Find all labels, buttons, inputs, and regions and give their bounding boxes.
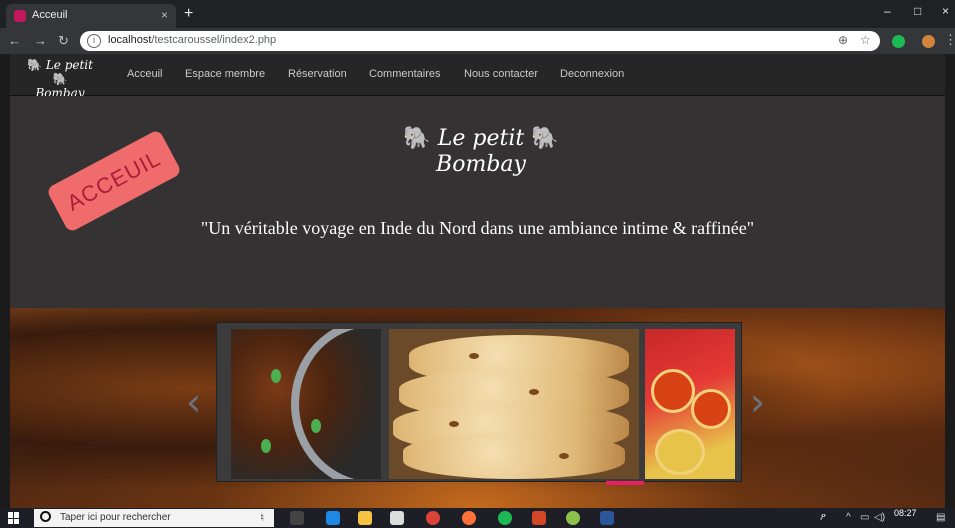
profile-avatar-icon[interactable]	[922, 35, 935, 48]
browser-tab-bar: Acceuil × + – □ ×	[0, 0, 955, 28]
hero-logo: 🐘 Le petit 🐘 Bombay	[396, 126, 566, 178]
extension-icon[interactable]	[892, 35, 905, 48]
back-arrow-icon[interactable]: ←	[8, 33, 21, 48]
char-spot	[469, 353, 479, 359]
nav-link-commentaires[interactable]: Commentaires	[369, 68, 441, 80]
firefox-icon[interactable]	[462, 511, 476, 525]
garnish-shape	[261, 439, 271, 453]
bowl-shape	[291, 329, 381, 479]
store-icon[interactable]	[390, 511, 404, 525]
char-spot	[529, 389, 539, 395]
forward-arrow-icon[interactable]: →	[34, 33, 47, 48]
carousel-image-platter[interactable]	[645, 329, 735, 479]
spotify-icon[interactable]	[498, 511, 512, 525]
taskbar-clock[interactable]: 08:27	[894, 508, 917, 518]
hero-section: ACCEUIL 🐘 Le petit 🐘 Bombay "Un véritabl…	[10, 96, 945, 308]
hero-logo-line1: Le petit	[437, 126, 525, 151]
carousel-image-curry[interactable]	[231, 329, 381, 479]
tab-title: Acceuil	[32, 9, 68, 21]
site-navbar: 🐘 Le petit 🐘 Bombay Acceuil Espace membr…	[10, 54, 945, 100]
chrome-icon[interactable]	[426, 511, 440, 525]
logo-line1: Le petit	[45, 58, 93, 72]
microphone-icon[interactable]: ♮	[260, 511, 264, 524]
reload-icon[interactable]: ↻	[58, 33, 69, 49]
elephant-icon: 🐘	[52, 72, 68, 86]
browser-toolbar: ← → ↻ i localhost/testcaroussel/index2.p…	[0, 28, 955, 54]
char-spot	[559, 453, 569, 459]
nav-link-nous-contacter[interactable]: Nous contacter	[464, 68, 538, 80]
search-placeholder: Taper ici pour rechercher	[60, 512, 171, 523]
nav-link-reservation[interactable]: Réservation	[288, 68, 347, 80]
notification-icon[interactable]: ▤	[936, 512, 945, 523]
volume-icon[interactable]: ◁)	[874, 512, 885, 523]
edge-icon[interactable]	[326, 511, 340, 525]
screen: Acceuil × + – □ × ← → ↻ i localhost/test…	[0, 0, 955, 528]
zoom-icon[interactable]: ⊕	[838, 33, 848, 47]
url-host: localhost	[108, 34, 152, 46]
people-icon[interactable]: ዖ	[820, 512, 826, 523]
elephant-icon: 🐘	[27, 58, 42, 72]
carousel-next-arrow[interactable]: ›	[750, 380, 765, 424]
network-icon[interactable]: ▭	[860, 512, 869, 523]
taskbar-search-input[interactable]: Taper ici pour rechercher ♮	[34, 509, 274, 527]
window-maximize-button[interactable]: □	[914, 4, 921, 18]
new-tab-button[interactable]: +	[184, 5, 193, 23]
window-minimize-button[interactable]: –	[884, 4, 891, 18]
site-info-icon[interactable]: i	[87, 34, 101, 48]
nav-link-espace-membre[interactable]: Espace membre	[185, 68, 265, 80]
garnish-shape	[311, 419, 321, 433]
window-close-button[interactable]: ×	[942, 4, 949, 18]
nav-link-acceuil[interactable]: Acceuil	[127, 68, 162, 80]
carousel-slider[interactable]	[216, 322, 742, 482]
carousel-prev-arrow[interactable]: ‹	[186, 380, 201, 424]
dish-shape	[655, 429, 705, 475]
tab-close-icon[interactable]: ×	[161, 8, 168, 22]
task-view-icon[interactable]	[290, 511, 304, 525]
stamp-text: ACCEUIL	[62, 145, 165, 216]
garnish-shape	[271, 369, 281, 383]
site-logo[interactable]: 🐘 Le petit 🐘 Bombay	[24, 58, 96, 100]
file-explorer-icon[interactable]	[358, 511, 372, 525]
clock-time: 08:27	[894, 508, 917, 518]
carousel-section: ‹ ›	[10, 308, 945, 508]
char-spot	[449, 421, 459, 427]
dish-shape	[691, 389, 731, 429]
windows-start-icon[interactable]	[8, 512, 20, 524]
url-text: localhost/testcaroussel/index2.php	[108, 34, 276, 46]
nav-link-deconnexion[interactable]: Deconnexion	[560, 68, 624, 80]
naan-shape	[403, 433, 625, 479]
elephant-icon: 🐘	[403, 126, 431, 151]
hero-tagline: "Un véritable voyage en Inde du Nord dan…	[200, 218, 755, 238]
hero-logo-line2: Bombay	[436, 152, 526, 177]
browser-tab[interactable]: Acceuil ×	[6, 4, 176, 28]
os-taskbar: Taper ici pour rechercher ♮ ዖ ^ ▭ ◁) 08:…	[0, 508, 955, 528]
search-icon	[40, 511, 51, 522]
url-path: /testcaroussel/index2.php	[151, 34, 277, 46]
chevron-up-icon[interactable]: ^	[846, 512, 851, 523]
elephant-icon: 🐘	[531, 126, 559, 151]
app-icon[interactable]	[566, 511, 580, 525]
word-icon[interactable]	[600, 511, 614, 525]
carousel-image-naan[interactable]	[389, 329, 639, 479]
dish-shape	[651, 369, 695, 413]
address-bar[interactable]: i localhost/testcaroussel/index2.php ⊕ ☆	[80, 31, 880, 51]
powerpoint-icon[interactable]	[532, 511, 546, 525]
site-favicon-icon	[14, 10, 26, 22]
menu-kebab-icon[interactable]: ⋮	[944, 32, 955, 48]
carousel-indicator[interactable]	[606, 481, 644, 485]
bookmark-star-icon[interactable]: ☆	[860, 33, 871, 47]
